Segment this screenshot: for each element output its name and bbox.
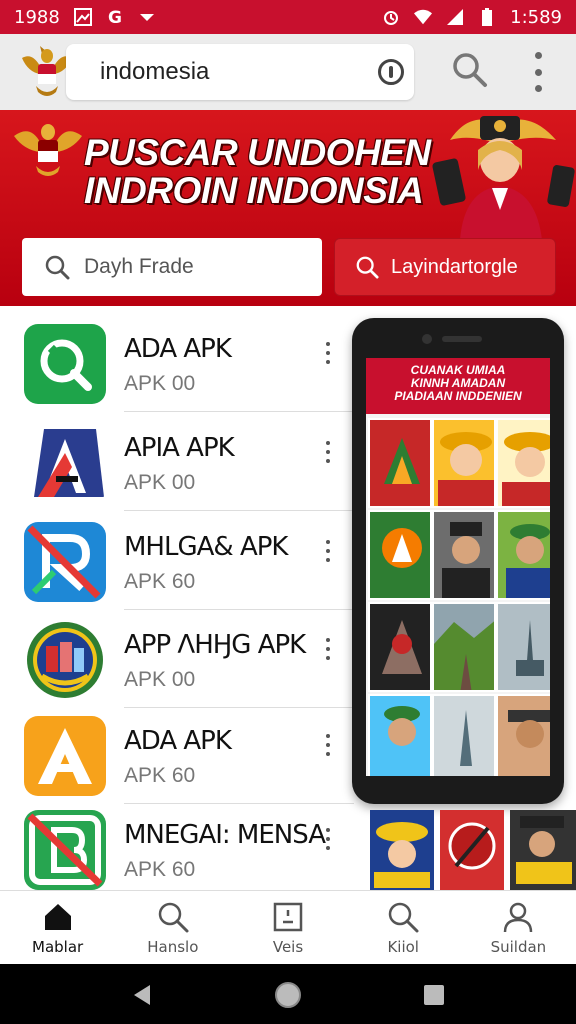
- system-navigation-bar: [0, 964, 576, 1024]
- nav-item-search-2[interactable]: Kiiol: [346, 891, 461, 964]
- app-subtitle: APK 60: [124, 764, 196, 787]
- banner-title: PUSCAR UNDOHEN INDROIN INDONSIA: [84, 134, 431, 210]
- app-icon-letter-a: [24, 716, 106, 796]
- bottom-navigation: Mablar Hanslo Veis Kiiol Suildan: [0, 890, 576, 964]
- app-notification-icon: G: [106, 8, 124, 26]
- nav-label: Veis: [272, 937, 304, 956]
- speaker-icon: [442, 336, 482, 342]
- phone-app-tile: [496, 694, 550, 776]
- nav-item-tablet[interactable]: Veis: [230, 891, 345, 964]
- phone-app-tile: [496, 418, 550, 508]
- hero-banner: PUSCAR UNDOHEN INDROIN INDONSIA Dayh Fra…: [0, 110, 576, 306]
- battery-icon: [478, 8, 496, 26]
- list-item[interactable]: ADA APK APK 00: [0, 308, 354, 412]
- status-time-left: 1988: [14, 6, 60, 28]
- more-options-icon[interactable]: [324, 342, 332, 364]
- app-name: MNEGAI: MENSA: [124, 820, 326, 850]
- signal-icon: [446, 8, 464, 26]
- phone-app-tile: [368, 418, 432, 508]
- search-icon: [45, 255, 70, 280]
- wifi-icon: [414, 8, 433, 26]
- phone-app-tile: [432, 694, 496, 776]
- app-subtitle: APK 60: [124, 858, 196, 881]
- app-name: MHLGA& APK: [124, 532, 288, 562]
- mascot-illustration: [430, 110, 576, 240]
- search-icon[interactable]: [450, 50, 490, 90]
- phone-app-tile: [496, 510, 550, 600]
- app-icon-search: [24, 324, 106, 404]
- app-icon-letter-r: [24, 522, 106, 602]
- search-icon: [158, 902, 189, 932]
- app-icon-letter-b: [24, 810, 106, 890]
- search-icon: [356, 256, 379, 279]
- nav-label: Hanslo: [147, 937, 199, 956]
- phone-app-tile: [432, 510, 496, 600]
- app-name: ADA APK: [124, 726, 232, 756]
- banner-search-input[interactable]: Dayh Frade: [22, 238, 322, 296]
- banner-search-button[interactable]: Layindartorgle: [334, 238, 556, 296]
- search-icon: [388, 902, 419, 932]
- status-bar: 1988 G 1:589: [0, 0, 576, 34]
- status-time-right: 1:589: [510, 6, 562, 28]
- banner-search-placeholder: Dayh Frade: [84, 255, 194, 278]
- list-item[interactable]: MNEGAI: MENSA APK 60: [0, 794, 350, 890]
- phone-app-tile: [368, 694, 432, 776]
- more-options-icon[interactable]: [324, 828, 332, 850]
- phone-header: CUANAK UMIAA KINNH AMADAN PIADIAAN INDDE…: [366, 358, 550, 414]
- nav-item-search[interactable]: Hanslo: [115, 891, 230, 964]
- garuda-emblem-icon: [12, 116, 84, 180]
- list-item[interactable]: APP ΛHӇG APK APK 00: [0, 604, 354, 708]
- phone-app-tile: [432, 418, 496, 508]
- address-bar: indomesia: [0, 34, 576, 110]
- more-options-icon[interactable]: [324, 441, 332, 463]
- promo-tiles: [360, 806, 576, 890]
- image-notification-icon: [73, 8, 92, 26]
- banner-search-button-label: Layindartorgle: [391, 255, 518, 278]
- app-name: APIA APK: [124, 433, 235, 463]
- list-item[interactable]: APIA APK APK 00: [0, 407, 354, 511]
- person-icon: [504, 902, 533, 932]
- nav-item-home[interactable]: Mablar: [0, 891, 115, 964]
- app-subtitle: APK 00: [124, 471, 196, 494]
- nav-label: Kiiol: [387, 937, 419, 956]
- phone-app-tile: [432, 602, 496, 692]
- phone-header-line3: PIADIAAN INDDENIEN: [394, 389, 522, 403]
- list-item[interactable]: ADA APK APK 60: [0, 700, 354, 804]
- phone-mockup: CUANAK UMIAA KINNH AMADAN PIADIAAN INDDE…: [352, 318, 564, 804]
- tablet-icon: [273, 902, 303, 931]
- more-options-icon[interactable]: [324, 540, 332, 562]
- nav-item-profile[interactable]: Suildan: [461, 891, 576, 964]
- app-subtitle: APK 60: [124, 570, 196, 593]
- alarm-icon: [382, 8, 400, 26]
- url-text: indomesia: [100, 58, 210, 85]
- more-options-icon[interactable]: [324, 638, 332, 660]
- banner-title-line1: PUSCAR UNDOHEN: [84, 132, 431, 173]
- app-icon-letter-a: [24, 423, 106, 503]
- download-notification-icon: [138, 8, 156, 26]
- nav-label: Suildan: [490, 937, 547, 956]
- phone-app-tile: [368, 510, 432, 600]
- phone-app-tile: [368, 602, 432, 692]
- app-subtitle: APK 00: [124, 372, 196, 395]
- nav-label: Mablar: [32, 937, 84, 956]
- phone-app-tile: [496, 602, 550, 692]
- info-icon[interactable]: [378, 59, 404, 85]
- list-item[interactable]: MHLGA& APK APK 60: [0, 506, 354, 610]
- home-icon: [44, 903, 71, 930]
- url-field[interactable]: indomesia: [66, 44, 414, 100]
- phone-screen: CUANAK UMIAA KINNH AMADAN PIADIAAN INDDE…: [366, 358, 550, 776]
- app-name: APP ΛHӇG APK: [124, 630, 306, 660]
- more-options-icon[interactable]: [324, 734, 332, 756]
- recent-apps-icon[interactable]: [424, 985, 444, 1005]
- app-subtitle: APK 00: [124, 668, 196, 691]
- app-icon-crest: [24, 620, 106, 700]
- home-button-icon[interactable]: [275, 982, 301, 1008]
- banner-title-line2: INDROIN INDONSIA: [84, 170, 424, 211]
- app-name: ADA APK: [124, 334, 232, 364]
- svg-text:G: G: [108, 8, 122, 26]
- more-menu-icon[interactable]: [528, 52, 548, 92]
- camera-icon: [422, 334, 432, 344]
- back-icon[interactable]: [132, 983, 152, 1007]
